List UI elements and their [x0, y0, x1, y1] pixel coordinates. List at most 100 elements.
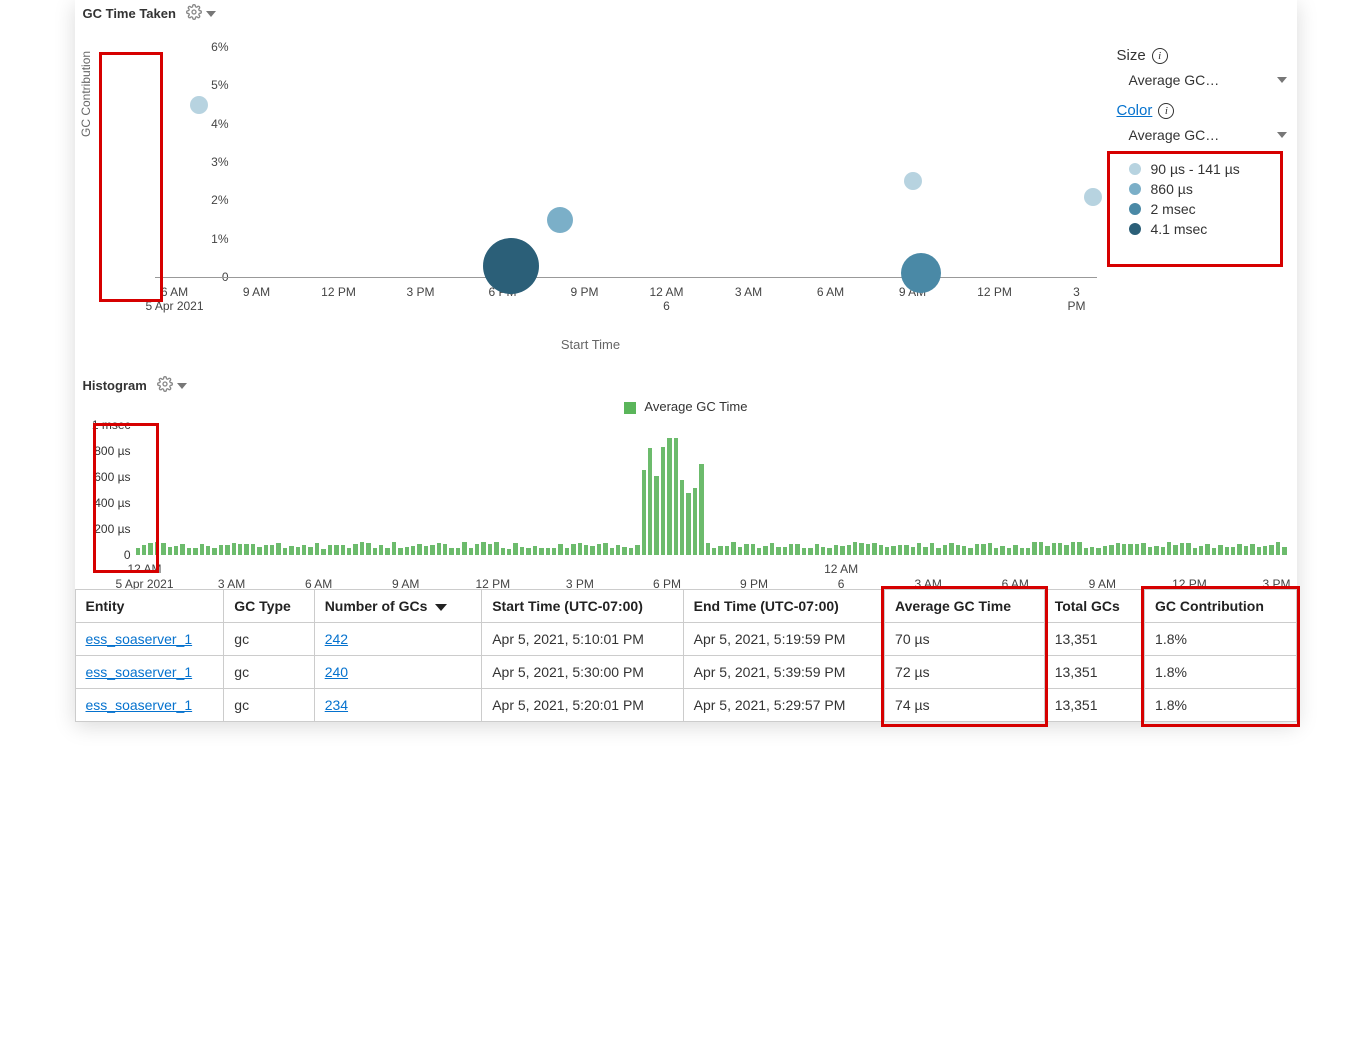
x-tick: 3 PM	[1067, 285, 1087, 314]
legend-row[interactable]: 90 µs - 141 µs	[1129, 161, 1287, 177]
hist-bar	[405, 547, 409, 555]
col-header-label: Start Time (UTC-07:00)	[492, 598, 643, 614]
link[interactable]: 240	[325, 664, 348, 680]
table-cell: 74 µs	[885, 689, 1045, 722]
hist-bar	[155, 542, 159, 555]
hist-bar	[1135, 544, 1139, 555]
bubble-point[interactable]	[190, 96, 208, 114]
gear-icon[interactable]	[186, 4, 206, 23]
bubble-point[interactable]	[904, 172, 922, 190]
legend-row[interactable]: 2 msec	[1129, 201, 1287, 217]
col-header[interactable]: Start Time (UTC-07:00)	[482, 590, 683, 623]
hist-bar	[142, 545, 146, 555]
hist-bar	[827, 548, 831, 555]
hist-bar	[552, 548, 556, 555]
hist-bar	[674, 438, 678, 555]
hist-bar	[481, 542, 485, 555]
hist-bar	[212, 548, 216, 555]
hist-bar	[219, 545, 223, 555]
legend-dot-icon	[1129, 163, 1141, 175]
hist-bar	[1084, 548, 1088, 555]
hist-y-tick: 0	[79, 548, 131, 562]
bubble-point[interactable]	[1084, 188, 1102, 206]
hist-y-tick: 600 µs	[79, 470, 131, 484]
hist-bar	[1237, 544, 1241, 555]
bubble-point[interactable]	[483, 238, 539, 294]
hist-bar	[321, 549, 325, 556]
x-tick: 6 AM	[817, 285, 844, 299]
hist-bar	[398, 548, 402, 555]
hist-bar	[1161, 547, 1165, 555]
hist-bar	[917, 543, 921, 555]
col-header[interactable]: Number of GCs	[314, 590, 482, 623]
hist-bar	[353, 544, 357, 555]
link[interactable]: 234	[325, 697, 348, 713]
table-cell: 1.8%	[1145, 656, 1296, 689]
hist-bar	[174, 546, 178, 555]
legend-row[interactable]: 4.1 msec	[1129, 221, 1287, 237]
hist-bar	[424, 546, 428, 555]
info-icon[interactable]: i	[1152, 48, 1168, 64]
legend-dot-icon	[1129, 183, 1141, 195]
hist-plot[interactable]: 0200 µs400 µs600 µs800 µs1 msec12 AM5 Ap…	[135, 420, 1287, 585]
hist-bar	[513, 543, 517, 555]
hist-bar	[776, 547, 780, 555]
hist-bar	[872, 543, 876, 555]
hist-bar	[635, 545, 639, 555]
gc-table: EntityGC TypeNumber of GCs Start Time (UT…	[75, 589, 1297, 722]
hist-bar	[738, 547, 742, 555]
hist-bar	[751, 544, 755, 555]
hist-bar	[565, 548, 569, 555]
hist-collapse-chevron-icon[interactable]	[177, 383, 187, 389]
gear-icon[interactable]	[157, 376, 177, 395]
hist-bar	[308, 547, 312, 555]
link[interactable]: ess_soaserver_1	[86, 631, 193, 647]
hist-bar	[1173, 545, 1177, 555]
hist-bar	[1257, 547, 1261, 555]
hist-bar	[1205, 544, 1209, 555]
y-tick: 2%	[195, 193, 229, 207]
info-icon[interactable]: i	[1158, 103, 1174, 119]
hist-bar	[686, 493, 690, 555]
hist-bar	[366, 543, 370, 555]
legend-dot-icon	[1129, 223, 1141, 235]
color-select[interactable]: Average GC…	[1117, 125, 1287, 157]
legend-row[interactable]: 860 µs	[1129, 181, 1287, 197]
hist-y-tick: 800 µs	[79, 444, 131, 458]
link[interactable]: 242	[325, 631, 348, 647]
col-header[interactable]: Entity	[75, 590, 224, 623]
bubble-point[interactable]	[547, 207, 573, 233]
hist-bar	[1225, 547, 1229, 555]
hist-bar	[341, 545, 345, 555]
col-header[interactable]: Average GC Time	[885, 590, 1045, 623]
hist-bar	[1071, 542, 1075, 555]
table-cell: Apr 5, 2021, 5:29:57 PM	[683, 689, 884, 722]
hist-bar	[654, 476, 658, 555]
bubble-point[interactable]	[901, 253, 941, 293]
hist-bar	[712, 548, 716, 555]
hist-legend: Average GC Time	[75, 399, 1297, 414]
hist-bar	[1058, 543, 1062, 555]
hist-bar	[1231, 547, 1235, 555]
hist-bar	[930, 543, 934, 555]
color-label[interactable]: Color	[1117, 102, 1153, 119]
link[interactable]: ess_soaserver_1	[86, 697, 193, 713]
col-header[interactable]: GC Contribution	[1145, 590, 1296, 623]
col-header[interactable]: Total GCs	[1044, 590, 1144, 623]
gc-collapse-chevron-icon[interactable]	[206, 11, 216, 17]
hist-bar	[667, 438, 671, 555]
hist-bar	[360, 542, 364, 555]
bubble-plot[interactable]: 01%2%3%4%5%6%6 AM5 Apr 20219 AM12 PM3 PM…	[155, 27, 1097, 297]
y-tick: 4%	[195, 117, 229, 131]
dashboard-page: GC Time Taken GC Contribution 01%2%3%4%5…	[75, 0, 1297, 722]
hist-y-tick: 200 µs	[79, 522, 131, 536]
table-cell: 70 µs	[885, 623, 1045, 656]
hist-bar	[264, 545, 268, 555]
link[interactable]: ess_soaserver_1	[86, 664, 193, 680]
hist-bar	[430, 545, 434, 555]
hist-section-header: Histogram	[75, 372, 1297, 399]
hist-bar	[859, 543, 863, 555]
col-header[interactable]: GC Type	[224, 590, 314, 623]
size-select[interactable]: Average GC…	[1117, 70, 1287, 102]
col-header[interactable]: End Time (UTC-07:00)	[683, 590, 884, 623]
